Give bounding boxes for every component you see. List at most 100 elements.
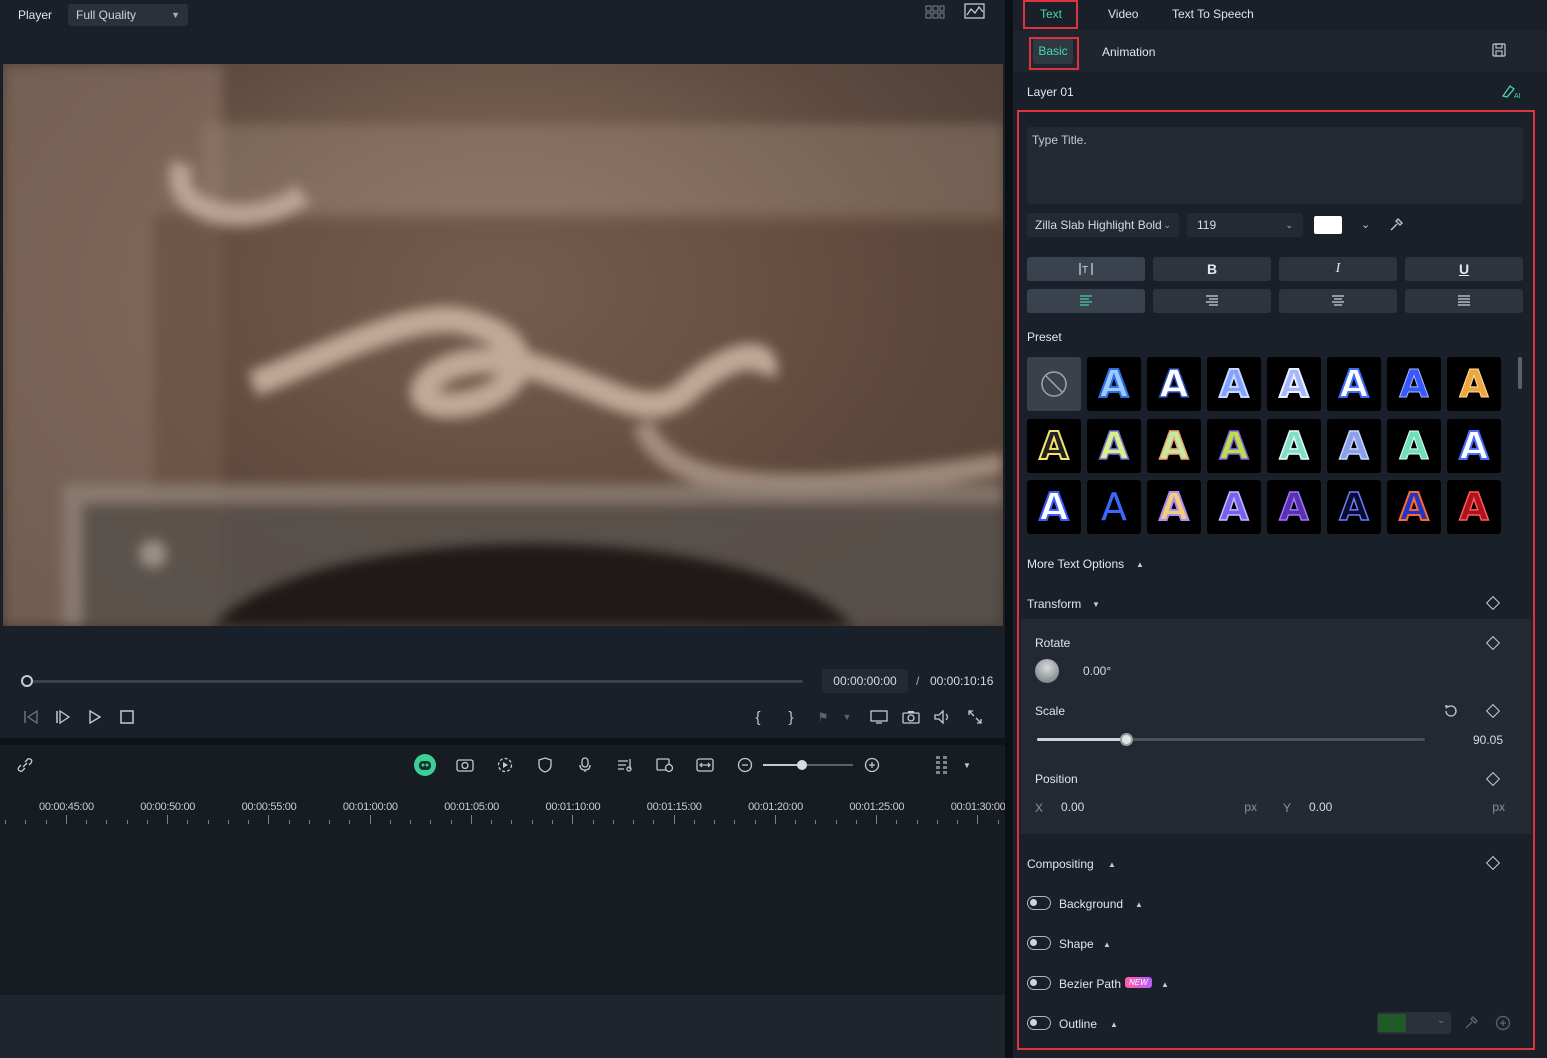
scope-icon[interactable]: [964, 3, 986, 19]
align-left-button[interactable]: [1027, 289, 1145, 313]
preset-tile[interactable]: A: [1267, 357, 1321, 411]
align-justify-button[interactable]: [1405, 289, 1523, 313]
link-icon[interactable]: [14, 754, 36, 776]
transform-label[interactable]: Transform: [1027, 597, 1081, 611]
save-preset-icon[interactable]: [1492, 43, 1506, 60]
compositing-label[interactable]: Compositing: [1027, 857, 1094, 871]
rotate-input[interactable]: 0.00°: [1073, 659, 1513, 683]
caret-up-icon[interactable]: ▲: [1136, 560, 1144, 569]
caret-up-icon[interactable]: ▲: [1135, 900, 1143, 909]
grid-view-icon[interactable]: [925, 5, 945, 19]
outline-color-select[interactable]: ⌄: [1377, 1012, 1451, 1034]
preset-tile[interactable]: A: [1147, 357, 1201, 411]
zoom-in-icon[interactable]: [861, 754, 883, 776]
preset-none-icon[interactable]: [1027, 357, 1081, 411]
shape-toggle[interactable]: [1027, 936, 1051, 950]
snapshot-icon[interactable]: [900, 706, 922, 728]
underline-button[interactable]: U: [1405, 257, 1523, 281]
ai-edit-icon[interactable]: AI: [1501, 83, 1521, 102]
playback-progress-track[interactable]: [27, 680, 803, 683]
preset-tile[interactable]: A: [1207, 357, 1261, 411]
more-text-options-label[interactable]: More Text Options: [1027, 557, 1124, 571]
preset-tile[interactable]: A: [1447, 419, 1501, 473]
preset-tile[interactable]: A: [1387, 419, 1441, 473]
caret-up-icon[interactable]: ▲: [1103, 940, 1111, 949]
preset-scrollbar[interactable]: [1518, 357, 1522, 389]
microphone-icon[interactable]: [574, 754, 596, 776]
preset-tile[interactable]: A: [1207, 480, 1261, 534]
current-time[interactable]: 00:00:00:00: [822, 669, 908, 693]
shield-icon[interactable]: [534, 754, 556, 776]
bezier-path-toggle[interactable]: [1027, 976, 1051, 990]
zoom-out-icon[interactable]: [734, 754, 756, 776]
display-icon[interactable]: [868, 706, 890, 728]
layout-grid-icon[interactable]: [931, 754, 953, 776]
caret-up-icon[interactable]: ▲: [1161, 980, 1169, 989]
tab-text-to-speech[interactable]: Text To Speech: [1172, 7, 1254, 21]
preset-tile[interactable]: A: [1207, 419, 1261, 473]
rotate-dial[interactable]: [1035, 659, 1059, 683]
add-outline-icon[interactable]: [1495, 1015, 1511, 1034]
preset-tile[interactable]: A: [1447, 357, 1501, 411]
background-toggle[interactable]: [1027, 896, 1051, 910]
preset-tile[interactable]: A: [1027, 419, 1081, 473]
speed-icon[interactable]: [494, 754, 516, 776]
position-y-input[interactable]: 0.00 px: [1299, 795, 1515, 819]
marker-icon[interactable]: ⚑: [812, 706, 834, 728]
auto-reframe-icon[interactable]: [454, 754, 476, 776]
preset-tile[interactable]: A: [1387, 357, 1441, 411]
next-frame-icon[interactable]: [52, 706, 74, 728]
italic-button[interactable]: I: [1279, 257, 1397, 281]
preset-tile[interactable]: A: [1087, 419, 1141, 473]
zoom-slider-knob[interactable]: [797, 760, 807, 770]
preset-tile[interactable]: A: [1147, 480, 1201, 534]
font-size-select[interactable]: 119 ⌄: [1187, 213, 1303, 237]
position-x-input[interactable]: 0.00 px: [1051, 795, 1267, 819]
scale-input[interactable]: 90.05: [1441, 728, 1513, 752]
preset-tile[interactable]: A: [1087, 480, 1141, 534]
mark-in-icon[interactable]: {: [747, 706, 769, 728]
font-family-select[interactable]: Zilla Slab Highlight Bold ⌄: [1027, 213, 1179, 237]
playback-scrubber[interactable]: [21, 675, 33, 687]
preset-tile[interactable]: A: [1327, 357, 1381, 411]
volume-icon[interactable]: [932, 706, 954, 728]
preset-tile[interactable]: A: [1267, 480, 1321, 534]
preset-tile[interactable]: A: [1327, 419, 1381, 473]
mark-out-icon[interactable]: }: [780, 706, 802, 728]
preset-tile[interactable]: A: [1447, 480, 1501, 534]
fullscreen-icon[interactable]: [964, 706, 986, 728]
audio-mix-icon[interactable]: [614, 754, 636, 776]
scale-slider-track[interactable]: [1037, 738, 1425, 741]
layout-dropdown-icon[interactable]: ▼: [956, 754, 978, 776]
caret-up-icon[interactable]: ▲: [1110, 1020, 1118, 1029]
chevron-down-icon[interactable]: ⌄: [1361, 218, 1370, 231]
preset-tile[interactable]: A: [1087, 357, 1141, 411]
preset-tile[interactable]: A: [1387, 480, 1441, 534]
eyedropper-icon[interactable]: [1464, 1016, 1478, 1033]
panel-divider[interactable]: [1005, 0, 1013, 1058]
bold-button[interactable]: B: [1153, 257, 1271, 281]
previous-frame-icon[interactable]: [20, 706, 42, 728]
timeline-area[interactable]: 00:00:45:00 00:00:50:00 00:00:55:00 00:01:0…: [0, 785, 1006, 995]
caret-down-icon[interactable]: ▼: [1092, 600, 1100, 609]
preset-tile[interactable]: A: [1267, 419, 1321, 473]
stop-icon[interactable]: [116, 706, 138, 728]
marker-dropdown-icon[interactable]: ▼: [836, 706, 858, 728]
subtab-animation[interactable]: Animation: [1102, 45, 1155, 59]
ai-assistant-icon[interactable]: [414, 754, 436, 776]
align-right-button[interactable]: [1153, 289, 1271, 313]
preset-tile[interactable]: A: [1027, 480, 1081, 534]
preset-tile[interactable]: A: [1327, 480, 1381, 534]
outline-toggle[interactable]: [1027, 1016, 1051, 1030]
quality-select[interactable]: Full Quality ▼: [68, 4, 189, 26]
text-color-swatch[interactable]: [1314, 216, 1342, 234]
video-preview[interactable]: [3, 64, 1003, 626]
letter-spacing-button[interactable]: T: [1027, 257, 1145, 281]
title-text-area[interactable]: Type Title.: [1027, 127, 1523, 204]
replace-clip-icon[interactable]: [654, 754, 676, 776]
fit-timeline-icon[interactable]: [694, 754, 716, 776]
caret-up-icon[interactable]: ▲: [1108, 860, 1116, 869]
align-center-button[interactable]: [1279, 289, 1397, 313]
reset-icon[interactable]: [1443, 703, 1459, 722]
tab-video[interactable]: Video: [1108, 7, 1138, 21]
